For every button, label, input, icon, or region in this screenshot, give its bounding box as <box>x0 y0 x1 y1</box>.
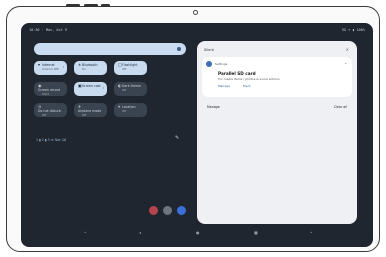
recents-icon[interactable]: ■ <box>254 230 258 235</box>
quick-tile[interactable]: ◉Screen record Start <box>34 82 67 96</box>
floating-dot-red[interactable] <box>149 206 158 215</box>
quick-tile[interactable]: ◐Dark theme Off <box>114 82 147 96</box>
tile-sublabel: Android Wifi <box>42 67 59 71</box>
volume-button-2 <box>84 4 98 7</box>
tile-sublabel: Off <box>122 67 127 71</box>
floating-dot-grey[interactable] <box>163 206 172 215</box>
quick-tile[interactable]: □Flashlight Off <box>114 61 147 75</box>
tile-sublabel: Off <box>122 88 127 92</box>
settings-icon <box>206 61 212 67</box>
notification-action-manage[interactable]: Manage <box>218 84 230 88</box>
front-camera <box>193 10 198 15</box>
tile-sublabel: Start <box>42 92 49 96</box>
notification-text: For media items / photos & some actions <box>218 77 280 81</box>
status-time: 10:30 · Mon, Oct 9 <box>29 28 67 32</box>
screen: 10:30 · Mon, Oct 9 5G ▾ ▮ 100% ▾ Internet… <box>21 23 373 247</box>
volume-button <box>66 4 80 7</box>
notification-section-header: Silent <box>204 48 214 52</box>
pager-text: 1 ▮ 2 ▮ 3 ≫ Not ⌫ <box>36 138 67 142</box>
back-icon[interactable]: ◂ <box>139 230 141 235</box>
home-icon[interactable]: ● <box>196 230 200 235</box>
quick-tile[interactable]: ▾ Internet Android Wifi › <box>34 61 67 75</box>
nav-dot-right: • <box>310 230 313 235</box>
tile-label: Screen cast <box>82 84 101 88</box>
nav-dot-left: • <box>84 230 87 235</box>
tile-sublabel: Off <box>122 109 127 113</box>
quick-tile[interactable]: ∗Bluetooth On <box>74 61 107 75</box>
chevron-right-icon[interactable]: › <box>63 65 64 69</box>
notification-panel: Silent × Settings ⌄ Parallel SD card For… <box>197 41 357 224</box>
notification-card[interactable]: Settings ⌄ Parallel SD card For media it… <box>202 57 352 97</box>
notification-action-eject[interactable]: Eject <box>243 84 250 88</box>
quick-tile[interactable]: ⌖ Location Off <box>114 103 147 117</box>
clear-all-button[interactable]: Clear all <box>334 105 347 109</box>
chevron-right-icon[interactable]: › <box>103 86 104 90</box>
tile-sublabel: On <box>82 67 86 71</box>
status-icons: 5G ▾ ▮ 100% <box>341 28 365 32</box>
tile-sublabel: Off <box>42 113 47 117</box>
quick-tile[interactable]: ✈Airplane mode Off <box>74 103 107 117</box>
close-icon[interactable]: × <box>346 47 349 52</box>
edit-icon[interactable]: ✎ <box>175 135 179 141</box>
quick-tile[interactable]: ▣Screen cast › <box>74 82 107 96</box>
manage-button[interactable]: Manage <box>207 105 220 109</box>
floating-dot-blue[interactable] <box>177 206 186 215</box>
power-button <box>101 4 110 7</box>
quick-tile[interactable]: ⊖Do not disturb Off <box>34 103 67 117</box>
chevron-down-icon[interactable]: ⌄ <box>344 61 347 65</box>
notification-title: Parallel SD card <box>218 71 256 76</box>
notification-app-name: Settings <box>215 62 228 66</box>
search-bar[interactable] <box>34 43 186 55</box>
tile-sublabel: Off <box>82 113 87 117</box>
settings-dot-icon[interactable] <box>177 47 181 51</box>
